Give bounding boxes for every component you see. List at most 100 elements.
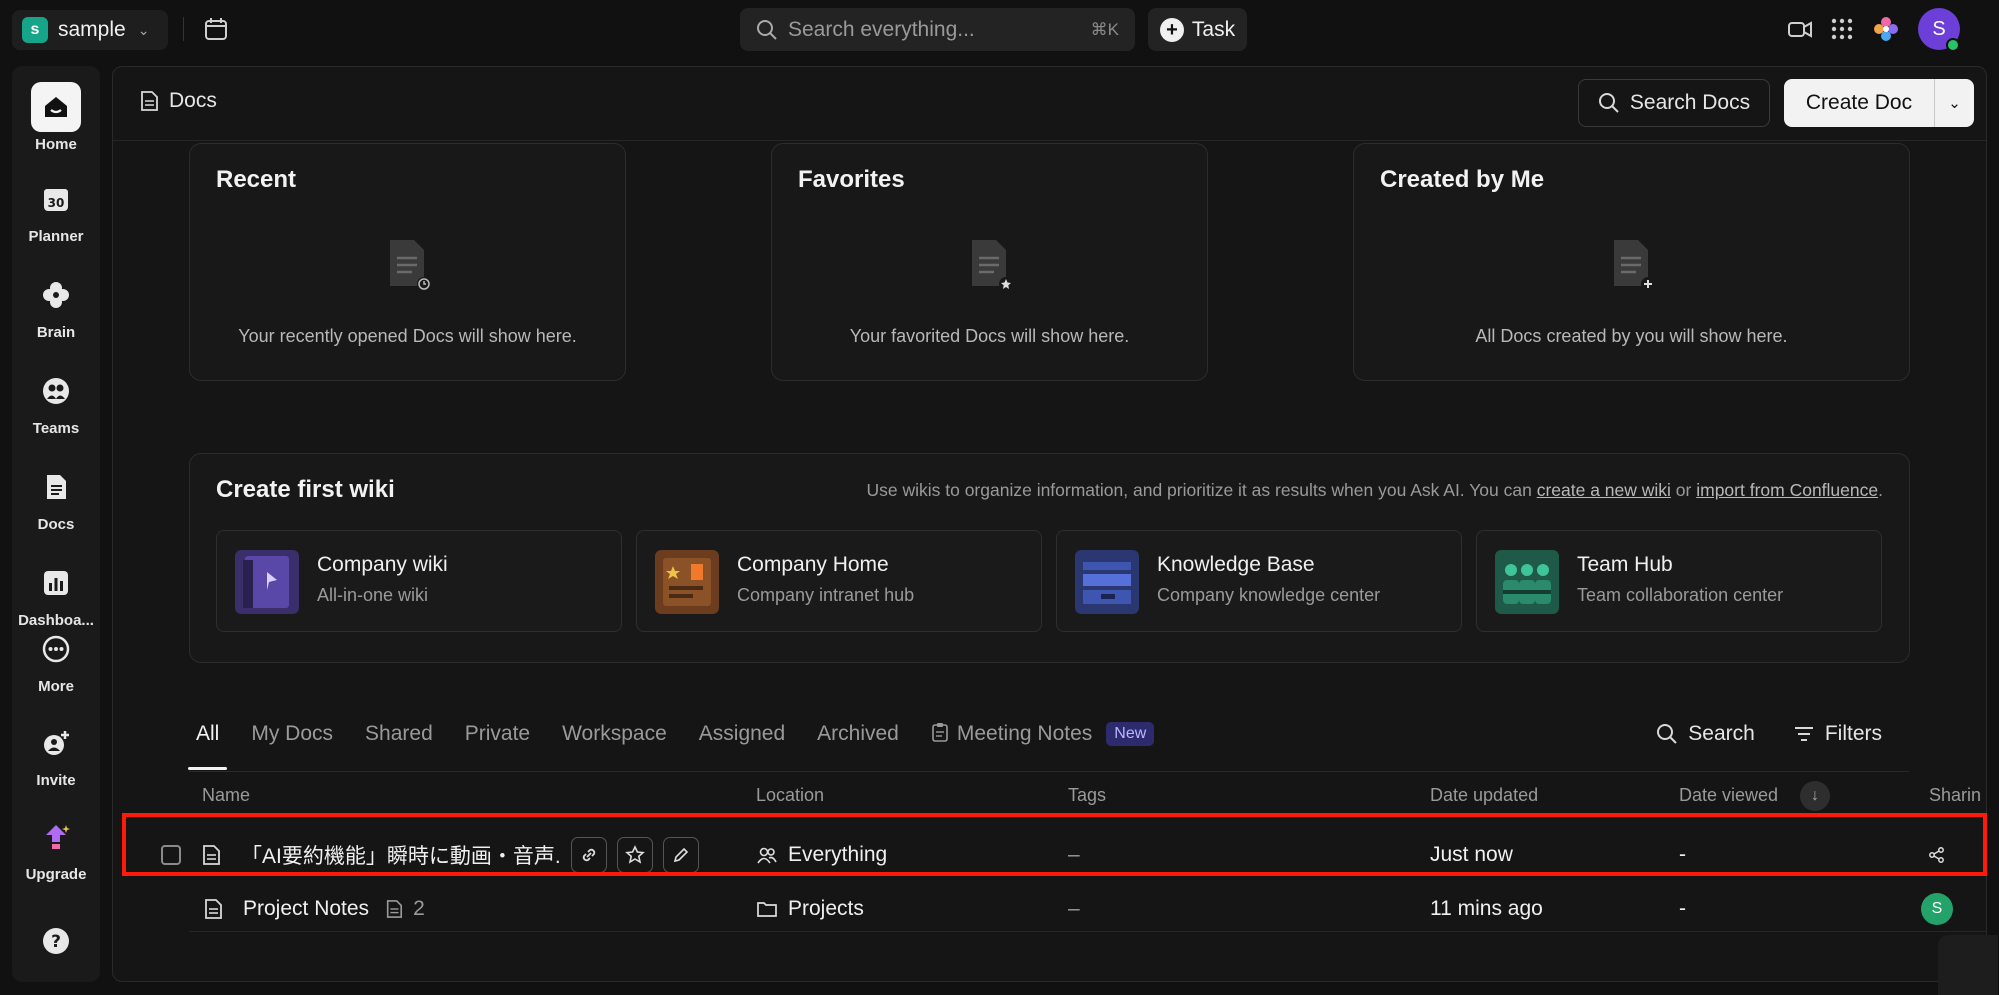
more-icon xyxy=(31,624,81,674)
template-subtitle: All-in-one wiki xyxy=(317,585,429,605)
column-header-date-updated[interactable]: Date updated xyxy=(1430,785,1538,806)
card-title: Favorites xyxy=(798,166,905,193)
search-placeholder: Search everything... xyxy=(788,17,975,41)
search-label: Search xyxy=(1688,722,1755,745)
team-hub-thumbnail xyxy=(1495,550,1559,614)
sidebar-item-teams[interactable]: Teams xyxy=(12,366,100,437)
template-name: Company Home xyxy=(737,553,889,576)
tab-assigned[interactable]: Assigned xyxy=(699,722,785,768)
column-header-date-viewed[interactable]: Date viewed xyxy=(1679,785,1778,806)
sidebar-label: Planner xyxy=(28,228,84,245)
wiki-template-company-home[interactable]: Company Home Company intranet hub xyxy=(636,530,1042,632)
sidebar-label: Teams xyxy=(32,420,80,437)
online-status-dot xyxy=(1946,38,1960,52)
svg-text:30: 30 xyxy=(48,196,65,210)
tab-my-docs[interactable]: My Docs xyxy=(251,722,333,768)
floating-panel-corner xyxy=(1938,935,1998,995)
sidebar-item-upgrade[interactable]: Upgrade xyxy=(12,812,100,883)
help-button[interactable]: ? xyxy=(12,916,100,966)
tab-label: Meeting Notes xyxy=(956,722,1093,745)
search-icon xyxy=(1657,724,1677,744)
filters-button[interactable]: Filters xyxy=(1793,722,1882,746)
calendar-icon[interactable] xyxy=(203,16,229,42)
doc-name[interactable]: Project Notes xyxy=(243,897,369,921)
sidebar-item-more[interactable]: More xyxy=(12,624,100,695)
workspace-name: sample xyxy=(58,18,126,41)
highlight-box xyxy=(122,813,1987,876)
page-title: Docs xyxy=(169,89,217,112)
sidebar-label: Home xyxy=(35,136,77,153)
wiki-template-company-wiki[interactable]: Company wiki All-in-one wiki xyxy=(216,530,622,632)
sidebar-item-invite[interactable]: Invite xyxy=(12,718,100,789)
created-by-me-card: Created by Me All Docs created by you wi… xyxy=(1353,143,1910,381)
create-new-wiki-link[interactable]: create a new wiki xyxy=(1537,480,1671,500)
card-empty-message: Your recently opened Docs will show here… xyxy=(238,326,577,346)
video-icon[interactable] xyxy=(1787,16,1813,42)
sidebar-item-brain[interactable]: Brain xyxy=(12,270,100,341)
clipboard-icon xyxy=(932,723,948,742)
global-search-input[interactable]: Search everything... ⌘K xyxy=(740,8,1135,51)
tab-workspace[interactable]: Workspace xyxy=(562,722,667,768)
plus-icon: + xyxy=(1159,17,1184,42)
workspace-logo: s xyxy=(22,17,48,43)
column-header-sharing[interactable]: Sharin xyxy=(1929,785,1981,806)
row-tags: – xyxy=(1068,897,1080,920)
sidebar-item-dashboards[interactable]: Dashboa... xyxy=(12,558,100,629)
list-actions: Search Filters xyxy=(1656,722,1882,746)
sidebar-label: Brain xyxy=(36,324,76,341)
doc-icon xyxy=(141,91,158,111)
column-header-tags[interactable]: Tags xyxy=(1068,785,1106,806)
create-doc-label[interactable]: Create Doc xyxy=(1784,91,1934,115)
top-bar: s sample ⌄ Search everything... ⌘K + Tas… xyxy=(0,0,1999,58)
wiki-template-knowledge-base[interactable]: Knowledge Base Company knowledge center xyxy=(1056,530,1462,632)
calendar-icon: 30 xyxy=(31,174,81,224)
apps-grid-icon[interactable] xyxy=(1829,16,1855,42)
sidebar-item-home[interactable]: Home xyxy=(12,82,100,153)
home-icon xyxy=(31,82,81,132)
tab-shared[interactable]: Shared xyxy=(365,722,433,768)
knowledge-base-thumbnail xyxy=(1075,550,1139,614)
section-title: Create first wiki xyxy=(216,476,395,503)
sidebar-label: Upgrade xyxy=(25,866,87,883)
new-badge: New xyxy=(1106,722,1155,746)
company-home-thumbnail xyxy=(655,550,719,614)
search-docs-button[interactable]: Search Docs xyxy=(1578,79,1770,127)
doc-icon xyxy=(31,462,81,512)
tab-meeting-notes[interactable]: Meeting Notes New xyxy=(931,722,1155,768)
create-doc-button[interactable]: Create Doc ⌄ xyxy=(1784,79,1974,127)
favorites-card: Favorites Your favorited Docs will show … xyxy=(771,143,1208,381)
chevron-down-icon[interactable]: ⌄ xyxy=(1935,94,1974,112)
doc-star-icon xyxy=(972,240,1013,291)
tab-private[interactable]: Private xyxy=(465,722,530,768)
column-header-location[interactable]: Location xyxy=(756,785,824,806)
breadcrumb[interactable]: Docs xyxy=(139,89,217,113)
sidebar-item-planner[interactable]: 30 Planner xyxy=(12,174,100,245)
card-title: Created by Me xyxy=(1380,166,1545,193)
divider xyxy=(183,17,184,41)
search-shortcut: ⌘K xyxy=(1090,19,1119,39)
import-confluence-link[interactable]: import from Confluence xyxy=(1696,480,1878,500)
ai-brain-icon[interactable] xyxy=(1873,16,1899,42)
row-location[interactable]: Projects xyxy=(756,889,864,929)
search-icon xyxy=(1598,93,1619,113)
dashboard-icon xyxy=(31,558,81,608)
sidebar-label: Invite xyxy=(36,772,76,789)
workspace-switcher[interactable]: s sample ⌄ xyxy=(12,10,168,50)
wiki-template-team-hub[interactable]: Team Hub Team collaboration center xyxy=(1476,530,1882,632)
filters-label: Filters xyxy=(1824,722,1882,745)
row-date-updated: 11 mins ago xyxy=(1430,897,1543,920)
sidebar-item-docs[interactable]: Docs xyxy=(12,462,100,533)
docs-header: Docs Search Docs Create Doc ⌄ xyxy=(113,67,1986,141)
sidebar-label: Docs xyxy=(37,516,75,533)
tab-all[interactable]: All xyxy=(187,722,228,770)
brain-icon xyxy=(31,270,81,320)
filter-icon xyxy=(1794,727,1813,741)
shared-user-avatar[interactable]: S xyxy=(1921,893,1953,925)
new-task-button[interactable]: + Task xyxy=(1148,8,1247,51)
card-title: Recent xyxy=(216,166,297,193)
tab-archived[interactable]: Archived xyxy=(817,722,899,768)
sort-arrow-down-icon[interactable]: ↓ xyxy=(1800,781,1830,811)
column-header-name[interactable]: Name xyxy=(202,785,250,806)
list-search-button[interactable]: Search xyxy=(1656,722,1755,746)
table-row[interactable]: Project Notes 2 xyxy=(203,889,425,929)
